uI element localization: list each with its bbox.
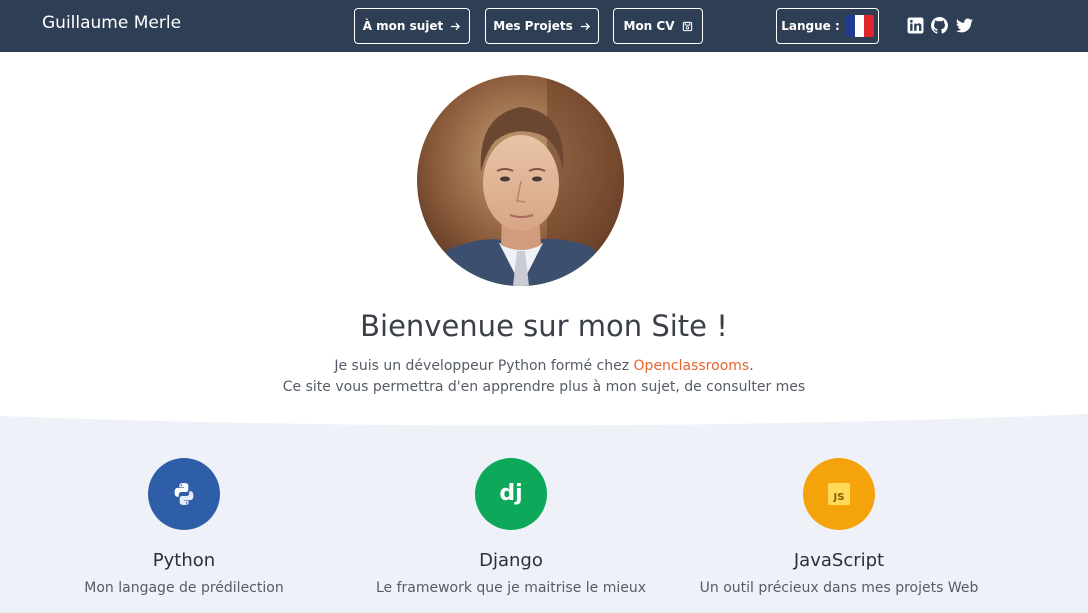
arrow-right-icon [451,22,461,30]
github-icon[interactable] [931,17,948,34]
intro-text: Je suis un développeur Python formé chez [334,358,634,374]
projects-button[interactable]: Mes Projets [485,8,599,44]
django-icon: dj [475,458,547,530]
top-navbar: Guillaume Merle À mon sujet Mes Projets … [0,0,1088,52]
svg-text:JS: JS [833,492,845,503]
intro-line-1: Je suis un développeur Python formé chez… [0,358,1088,374]
profile-photo [417,75,624,286]
intro-period: . [749,358,754,374]
about-button[interactable]: À mon sujet [354,8,470,44]
svg-text:dj: dj [499,481,522,506]
linkedin-icon[interactable] [907,17,924,34]
language-selector[interactable]: Langue : [776,8,879,44]
about-button-label: À mon sujet [362,19,444,33]
arrow-right-icon [580,22,590,30]
skill-title-javascript: JavaScript [793,550,885,571]
language-label: Langue : [781,19,840,33]
skill-desc-django: Le framework que je maitrise le mieux [375,580,647,596]
intro-line-2: Ce site vous permettra d'en apprendre pl… [282,379,806,395]
save-icon [682,21,692,31]
skill-desc-javascript: Un outil précieux dans mes projets Web [699,580,979,596]
openclassrooms-link[interactable]: Openclassrooms [634,358,750,374]
projects-button-label: Mes Projets [493,19,573,33]
skill-title-django: Django [479,550,543,571]
welcome-title: Bienvenue sur mon Site ! [360,309,728,343]
skill-title-python: Python [152,550,216,571]
cv-button[interactable]: Mon CV [613,8,703,44]
skill-desc-python: Mon langage de prédilection [84,580,284,596]
cv-button-label: Mon CV [623,19,675,33]
site-brand[interactable]: Guillaume Merle [42,13,181,33]
twitter-icon[interactable] [956,17,973,34]
javascript-icon: JS [803,458,875,530]
france-flag-icon [845,15,874,37]
python-icon [148,458,220,530]
